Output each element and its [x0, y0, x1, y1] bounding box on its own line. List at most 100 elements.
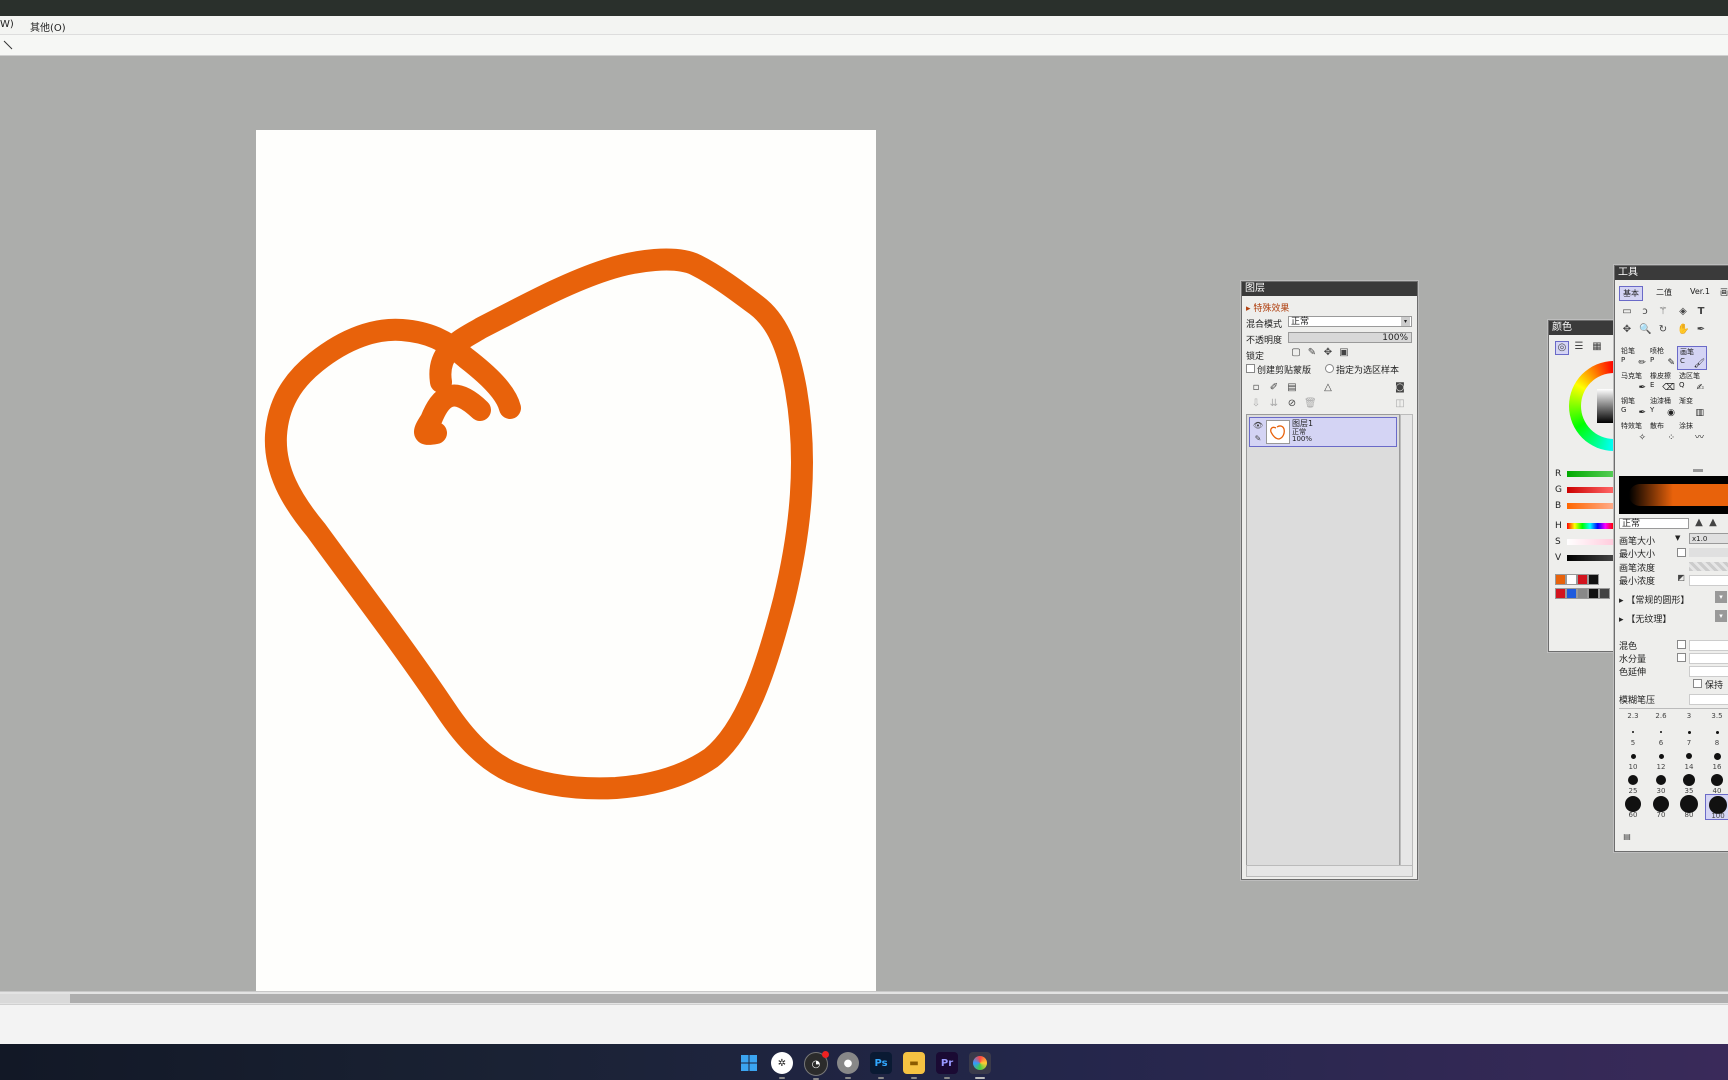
layer-row[interactable]: 👁 ✎ 图层1 正常 100% — [1249, 417, 1397, 447]
lasso-icon[interactable]: ↄ — [1639, 306, 1651, 318]
app-icon[interactable]: ● — [837, 1052, 859, 1079]
magic-wand-icon[interactable]: ⚚ — [1657, 306, 1669, 318]
app-icon[interactable]: ✲ — [771, 1052, 793, 1079]
min-size-checkbox[interactable] — [1677, 548, 1686, 557]
rgb-slider-mode-icon[interactable]: ☰ — [1573, 341, 1585, 353]
tool-tab[interactable]: 二值 — [1653, 286, 1675, 299]
scrollbar-thumb[interactable] — [70, 994, 1728, 1003]
color-extend-slider[interactable] — [1689, 666, 1728, 677]
layer-settings-icon[interactable]: ◫ — [1394, 398, 1406, 410]
effects-toggle[interactable]: ▸ 特殊效果 — [1246, 301, 1289, 314]
channel-slider[interactable] — [1567, 487, 1613, 493]
hand-icon[interactable]: ✋ — [1677, 324, 1689, 336]
brush-size-preset[interactable]: 100 — [1705, 794, 1728, 820]
color-swatch[interactable] — [1566, 588, 1577, 599]
tool-button[interactable]: 选区笔 Q ✍ — [1677, 371, 1705, 393]
brush-shape-toggle[interactable]: ▸ 【常规的圆形】 — [1619, 593, 1689, 606]
brush-size-preset[interactable]: 5 — [1621, 722, 1645, 747]
color-square[interactable] — [1597, 389, 1613, 423]
min-density-slider[interactable] — [1689, 575, 1728, 586]
brush-size-preset[interactable]: 14 — [1677, 746, 1701, 771]
tool-tab[interactable]: 基本 — [1619, 286, 1643, 301]
brush-size-preset[interactable]: 16 — [1705, 746, 1728, 771]
delete-layer-icon[interactable]: 🗑 — [1304, 398, 1317, 410]
layer-list-hscrollbar[interactable] — [1246, 865, 1413, 877]
transfer-down-icon[interactable]: ⇩ — [1250, 398, 1262, 410]
paint-tool-sai-icon[interactable] — [969, 1052, 991, 1079]
move-icon[interactable]: ✥ — [1621, 324, 1633, 336]
photoshop-icon[interactable]: Ps — [870, 1052, 892, 1079]
water-checkbox[interactable] — [1677, 653, 1686, 662]
tool-tab[interactable]: 画 — [1717, 286, 1728, 299]
arrow-up-icon-2[interactable]: ▲ — [1707, 517, 1719, 529]
brush-size-preset[interactable]: 80 — [1677, 794, 1701, 819]
new-linework-layer-icon[interactable]: ✐ — [1268, 382, 1280, 394]
brush-size-preset[interactable]: 40 — [1705, 770, 1728, 795]
brush-size-preset[interactable]: 6 — [1649, 722, 1673, 747]
clear-layer-icon[interactable]: ⊘ — [1286, 398, 1298, 410]
channel-slider[interactable] — [1567, 471, 1613, 477]
document-icon[interactable]: ▤ — [1621, 831, 1633, 843]
color-swatch[interactable] — [1555, 588, 1566, 599]
tool-button[interactable]: 油漆桶 Y ◉ — [1648, 396, 1676, 418]
tool-button[interactable]: 涂抹〰 — [1677, 421, 1705, 443]
channel-slider[interactable] — [1567, 523, 1613, 529]
brush-mode-select[interactable]: 正常 — [1619, 518, 1689, 529]
layer-effect-icon[interactable]: △ — [1322, 382, 1334, 394]
pressure-icon[interactable]: ◩ — [1675, 572, 1687, 584]
tool-button[interactable]: 特效笔 ✧ — [1619, 421, 1647, 443]
rect-select-icon[interactable]: ▭ — [1621, 306, 1633, 318]
chevron-down-icon[interactable]: ▾ — [1715, 591, 1727, 603]
brush-size-preset[interactable]: 30 — [1649, 770, 1673, 795]
lock-transparency-icon[interactable]: ▢ — [1290, 347, 1302, 359]
tool-button[interactable]: 喷枪 P ✎ — [1648, 346, 1676, 368]
drawing-canvas[interactable] — [256, 130, 876, 992]
brush-size-preset[interactable]: 35 — [1677, 770, 1701, 795]
color-swatch[interactable] — [1588, 574, 1599, 585]
brush-size-multiplier[interactable]: x1.0 — [1689, 533, 1728, 544]
obs-icon[interactable]: ◔ — [804, 1051, 829, 1080]
channel-slider[interactable] — [1567, 539, 1613, 545]
shape-icon[interactable]: ◈ — [1677, 306, 1689, 318]
keep-checkbox[interactable] — [1693, 679, 1702, 688]
tool-button[interactable]: 画笔 C 🖌 — [1677, 346, 1707, 370]
lock-all-icon[interactable]: ▣ — [1338, 347, 1350, 359]
brush-size-preset[interactable]: 60 — [1621, 794, 1645, 819]
brush-size-preset[interactable]: 10 — [1621, 746, 1645, 771]
horizontal-scrollbar[interactable] — [0, 991, 1728, 1005]
water-slider[interactable] — [1689, 653, 1728, 664]
brush-size-preset[interactable]: 7 — [1677, 722, 1701, 747]
brush-size-preset[interactable]: 70 — [1649, 794, 1673, 819]
tool-button[interactable]: 渐变 ▥ — [1677, 396, 1705, 418]
file-explorer-icon[interactable]: ▬ — [903, 1052, 925, 1079]
blend-mode-select[interactable]: 正常 ▾ — [1288, 316, 1412, 327]
chevron-down-icon[interactable]: ▼ — [1675, 534, 1680, 542]
tool-button[interactable]: 铅笔 P ✏ — [1619, 346, 1647, 368]
opacity-slider[interactable]: 100% — [1288, 332, 1412, 343]
color-wheel-mode-icon[interactable]: ◎ — [1555, 341, 1569, 355]
color-wheel[interactable] — [1569, 361, 1613, 451]
merge-down-icon[interactable]: ⇊ — [1268, 398, 1280, 410]
swatch-mode-icon[interactable]: ▦ — [1591, 341, 1603, 353]
menu-item-other[interactable]: 其他(O) — [30, 19, 66, 34]
premiere-icon[interactable]: Pr — [936, 1052, 958, 1079]
color-swatch[interactable] — [1588, 588, 1599, 599]
channel-slider[interactable] — [1567, 555, 1613, 561]
min-size-slider[interactable] — [1689, 548, 1728, 557]
selection-source-checkbox[interactable] — [1325, 364, 1334, 373]
texture-toggle[interactable]: ▸ 【无纹理】 — [1619, 612, 1671, 625]
color-swatch[interactable] — [1566, 574, 1577, 585]
channel-slider[interactable] — [1567, 503, 1613, 509]
color-swatch[interactable] — [1555, 574, 1566, 585]
new-layer-icon[interactable]: ▫ — [1250, 382, 1262, 394]
zoom-icon[interactable]: 🔍 — [1639, 324, 1651, 336]
color-swatch[interactable] — [1577, 574, 1588, 585]
line-tool-icon[interactable] — [2, 39, 14, 51]
blend-slider[interactable] — [1689, 640, 1728, 651]
tool-button[interactable]: 橡皮擦 E ⌫ — [1648, 371, 1676, 393]
brush-size-preset[interactable]: 12 — [1649, 746, 1673, 771]
rotate-icon[interactable]: ↻ — [1657, 324, 1669, 336]
new-folder-icon[interactable]: ▤ — [1286, 382, 1298, 394]
brush-size-preset[interactable]: 8 — [1705, 722, 1728, 747]
windows-start-icon[interactable] — [738, 1052, 760, 1074]
